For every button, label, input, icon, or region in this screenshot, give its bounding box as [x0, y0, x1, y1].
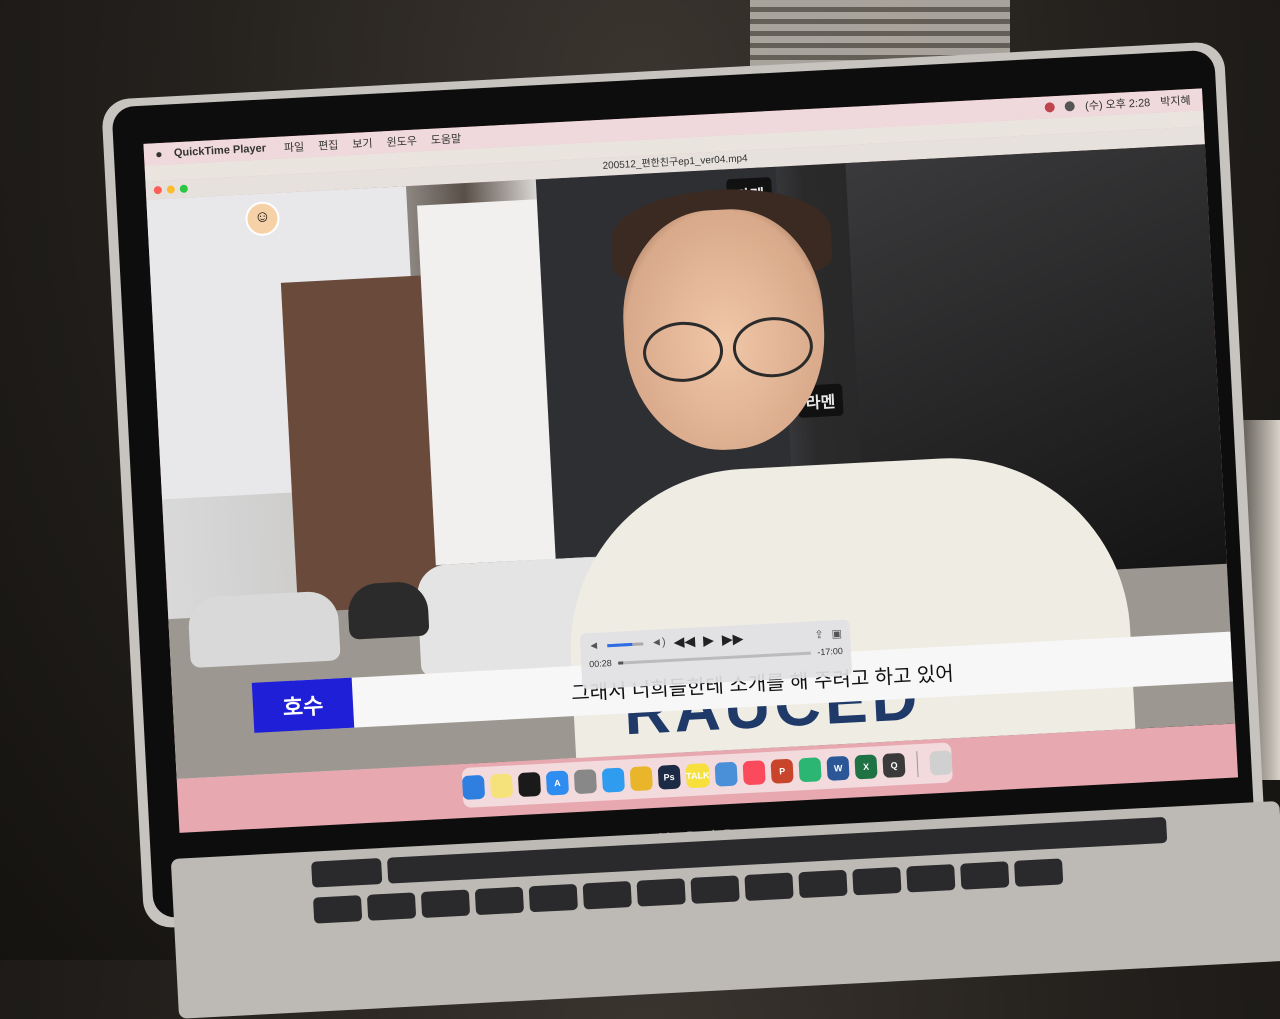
photoshop-icon[interactable]: Ps [657, 764, 681, 790]
clock[interactable]: (수) 오후 2:28 [1085, 94, 1151, 113]
finder-icon[interactable] [461, 774, 486, 800]
app-store-icon[interactable]: A [545, 770, 569, 796]
kakaotalk-icon[interactable]: TALK [685, 763, 711, 789]
keyboard-key [852, 866, 902, 896]
remaining-time: -17:00 [817, 645, 844, 658]
laptop-lid: ● QuickTime Player 파일 편집 보기 윈도우 도움말 (수) … [101, 41, 1267, 929]
keyboard-key [366, 892, 417, 921]
status-menu-icon[interactable] [1044, 102, 1056, 113]
keyboard-key [636, 878, 686, 907]
video-person-glasses [641, 315, 815, 384]
keyboard-key [1014, 858, 1064, 887]
volume-fill [607, 642, 633, 647]
menu-item-file[interactable]: 파일 [283, 138, 305, 155]
finder-window-icon[interactable] [714, 761, 738, 787]
excel-icon[interactable]: X [854, 754, 878, 780]
rewind-button[interactable]: ◀◀ [673, 632, 695, 650]
share-icon[interactable]: ⇪ [814, 627, 824, 640]
system-preferences-icon[interactable] [573, 769, 597, 795]
green-app-icon[interactable] [798, 757, 822, 783]
dock-separator [916, 751, 919, 778]
menu-item-help[interactable]: 도움말 [430, 130, 462, 148]
video-car [346, 580, 430, 640]
trash-icon[interactable] [929, 750, 953, 776]
keyboard-key [474, 886, 525, 916]
minimize-window-button[interactable] [166, 185, 176, 194]
elapsed-time: 00:28 [588, 658, 613, 670]
keyboard-key [906, 864, 956, 893]
volume-max-icon: ◄) [650, 636, 666, 649]
window-controls [153, 184, 189, 195]
chrome-icon[interactable] [629, 766, 653, 792]
keyboard-key [311, 858, 383, 888]
safari-icon[interactable] [601, 767, 625, 793]
screen-bezel: ● QuickTime Player 파일 편집 보기 윈도우 도움말 (수) … [111, 49, 1257, 919]
speaker-label: 호수 [251, 677, 355, 733]
user-name[interactable]: 박지혜 [1160, 92, 1191, 110]
notes-icon[interactable] [489, 773, 514, 799]
word-icon[interactable]: W [826, 755, 850, 781]
menu-item-view[interactable]: 보기 [352, 135, 373, 152]
powerpoint-icon[interactable]: P [770, 758, 794, 784]
progress-fill [617, 660, 624, 665]
fast-forward-button[interactable]: ▶▶ [721, 630, 743, 648]
video-white-building [417, 199, 556, 566]
status-menu-icon[interactable] [1064, 101, 1076, 112]
quicktime-icon[interactable] [517, 771, 542, 798]
keyboard-key [312, 895, 363, 924]
video-car [187, 590, 341, 669]
close-window-button[interactable] [153, 185, 163, 195]
keyboard-key [960, 861, 1010, 890]
keyboard-key [582, 881, 632, 910]
keyboard-key [420, 889, 471, 918]
volume-slider[interactable] [607, 641, 644, 647]
keyboard-key [690, 875, 740, 904]
glasses-lens [731, 315, 815, 380]
video-frame[interactable]: 라멘 라멘 ☺ RAUCED 그래서 너희들한테 소개를 해 주려고 하고 있어… [146, 144, 1236, 779]
apple-menu-icon[interactable]: ● [144, 146, 175, 162]
picture-in-picture-icon[interactable]: ▣ [831, 626, 842, 640]
video-brick-building [280, 275, 439, 623]
keyboard-key [798, 869, 848, 899]
menu-item-edit[interactable]: 편집 [318, 137, 339, 154]
keyboard-key [528, 883, 578, 913]
zoom-window-button[interactable] [179, 184, 189, 193]
glasses-lens [641, 319, 725, 384]
keyboard-key [744, 872, 794, 902]
volume-icon[interactable]: ◄ [588, 640, 600, 653]
music-icon[interactable] [742, 760, 766, 786]
menu-item-window[interactable]: 윈도우 [386, 133, 417, 151]
app-menu-name[interactable]: QuickTime Player [174, 142, 267, 159]
quicktime-player-icon[interactable]: Q [882, 752, 906, 778]
play-button[interactable]: ▶ [703, 631, 715, 649]
screen: ● QuickTime Player 파일 편집 보기 윈도우 도움말 (수) … [143, 88, 1239, 833]
